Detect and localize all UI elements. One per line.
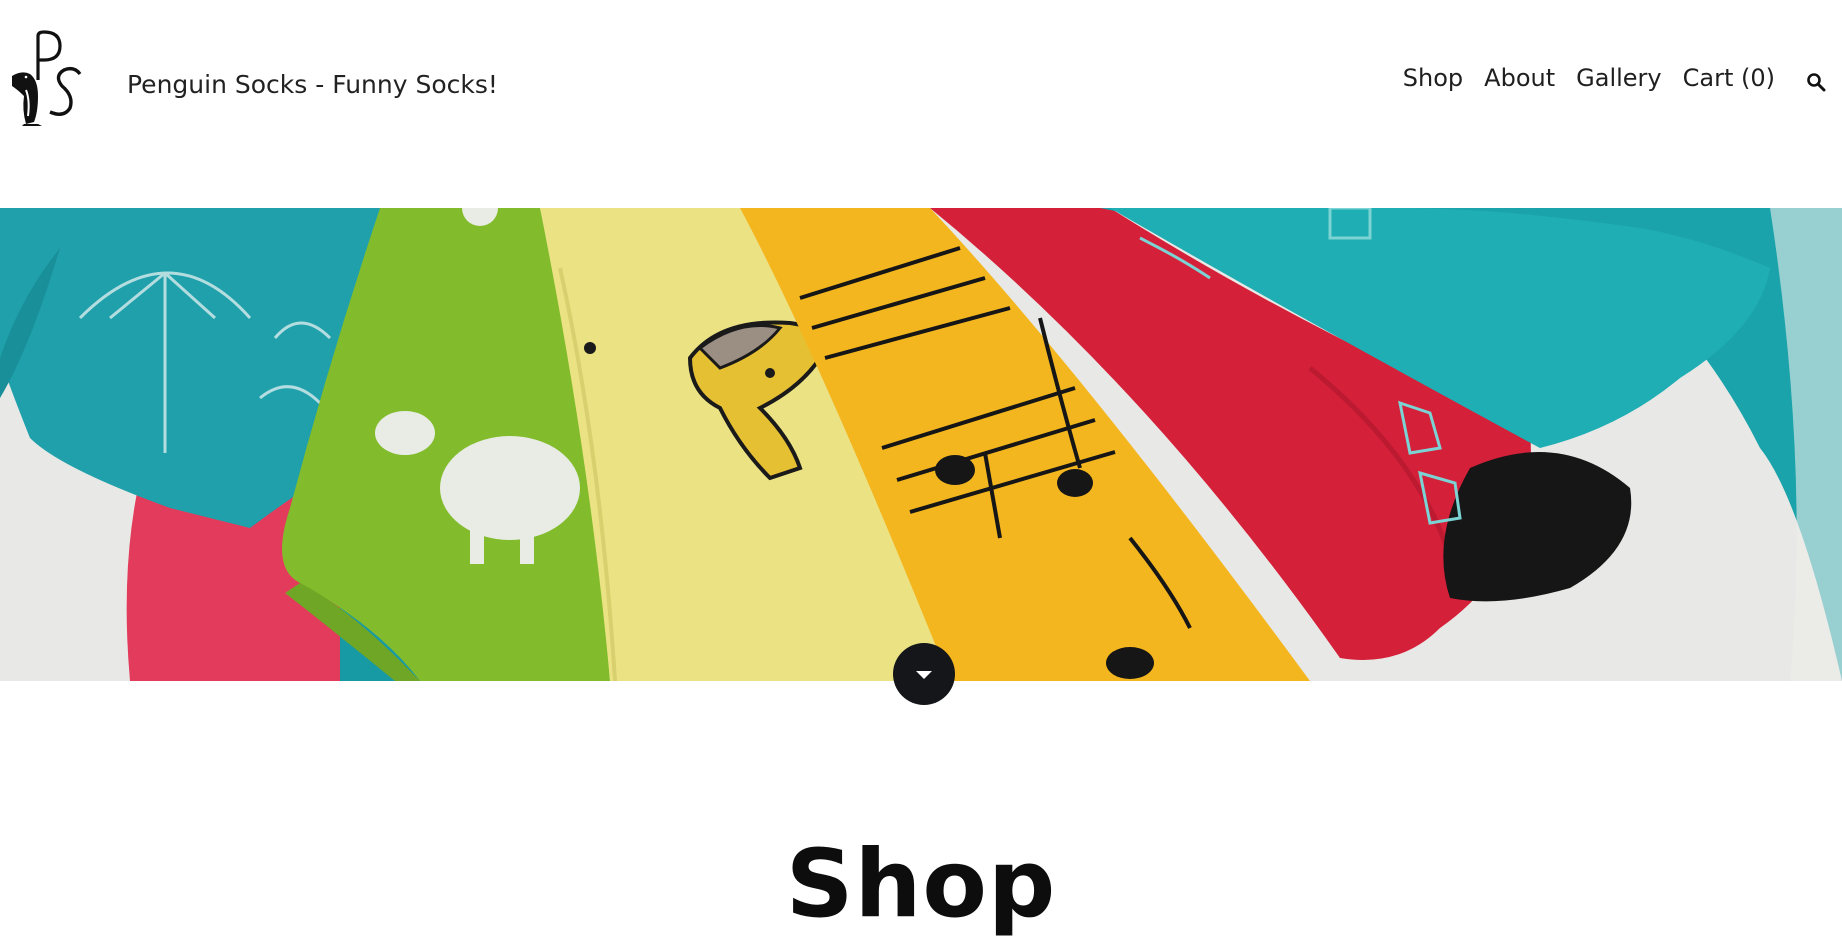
search-icon[interactable] [1805,71,1829,95]
nav-cart[interactable]: Cart (0) [1683,64,1775,92]
site-title[interactable]: Penguin Socks - Funny Socks! [127,70,498,99]
nav-about[interactable]: About [1484,64,1555,92]
penguin-logo-icon [12,30,82,126]
caret-down-icon [916,671,932,679]
socks-illustration [0,208,1842,681]
nav-gallery[interactable]: Gallery [1576,64,1661,92]
main-nav: Shop About Gallery Cart (0) [1382,64,1775,92]
site-logo[interactable] [8,30,88,130]
scroll-down-button[interactable] [893,643,955,705]
hero-banner-image [0,208,1842,681]
nav-shop[interactable]: Shop [1403,64,1463,92]
page-title: Shop [785,830,1057,936]
site-header: Penguin Socks - Funny Socks! Shop About … [0,0,1842,170]
